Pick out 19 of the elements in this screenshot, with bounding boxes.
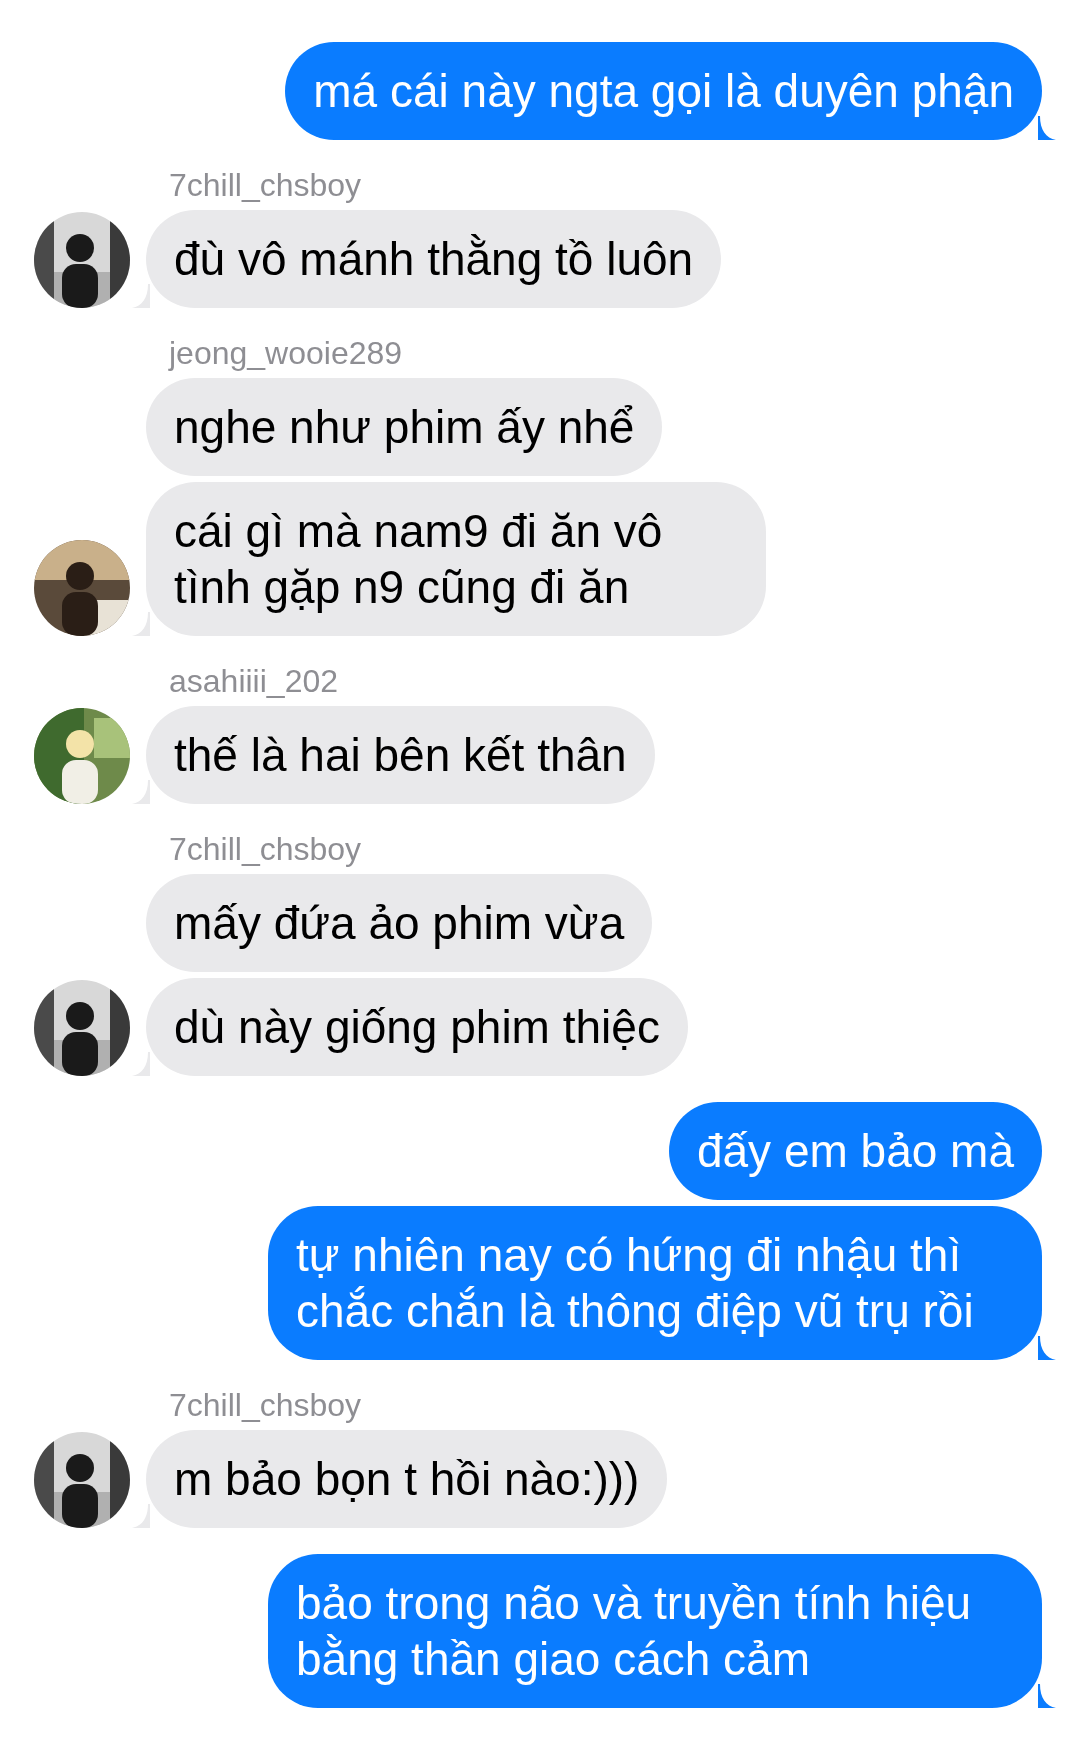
message-bubble: má cái này ngta gọi là duyên phận	[285, 42, 1042, 140]
sender-name: 7chill_chsboy	[169, 1386, 363, 1424]
message-bubble: cái gì mà nam9 đi ăn vô tình gặp n9 cũng đi ăn	[146, 482, 766, 636]
message-bubble: dù này giống phim thiệc	[146, 978, 688, 1076]
message-bubble: m bảo bọn t hồi nào:)))	[146, 1430, 668, 1528]
sender-name: 7chill_chsboy	[169, 830, 363, 868]
sender-name: 7chill_chsboy	[169, 166, 363, 204]
message-bubble: đù vô mánh thằng tồ luôn	[146, 210, 722, 308]
sender-name: asahiiii_202	[169, 662, 339, 700]
message-bubble: đấy em bảo mà	[668, 1102, 1042, 1200]
message-bubble: bảo trong não và truyền tính hiệu bằng thần giao cách cảm	[268, 1554, 1042, 1708]
message-bubble: tự nhiên nay có hứng đi nhậu thì chắc chắn là thông điệp vũ trụ rồi	[268, 1206, 1042, 1360]
bubble-tail	[1038, 116, 1056, 140]
bubble-tail	[1038, 1336, 1056, 1360]
sender-name: jeong_wooie289	[169, 334, 404, 372]
bubble-tail	[1038, 1684, 1056, 1708]
message-bubble: thế là hai bên kết thân	[146, 706, 655, 804]
message-bubble: mấy đứa ảo phim vừa	[146, 874, 653, 972]
message-bubble: nghe như phim ấy nhể	[146, 378, 663, 476]
